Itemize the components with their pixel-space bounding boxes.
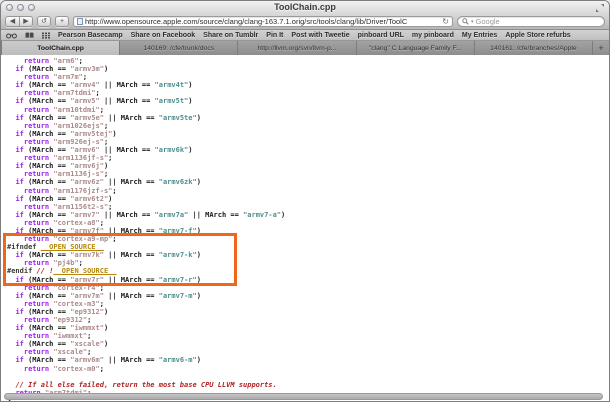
code-line: if (MArch == "armv6t2") [15,194,113,203]
bookmark-item[interactable]: Pin It [266,32,283,39]
code-line: return "arm1136jf-s"; [23,154,113,163]
back-button[interactable]: ◀ [5,16,19,27]
code-line: if (MArch == "armv7" || MArch == "armv7a… [15,210,286,219]
code-line: if (MArch == "armv3m") [15,65,109,74]
bookmark-item[interactable]: pinboard URL [358,32,404,39]
search-field[interactable]: ▾ Google [457,16,605,27]
tab-2[interactable]: http://llvm.org/svn/llvm-p... [238,41,357,55]
reload-icon[interactable]: ↻ [442,17,449,26]
tab-label: 140169: /cfe/trunk/docs [143,44,215,52]
bookmark-item[interactable]: Post with Tweetie [291,32,349,39]
tab-3[interactable]: "clang" C Language Family F... [357,41,475,55]
code-line: return "arm6"; [23,57,83,65]
code-line: return "cortex-m3"; [23,299,104,308]
code-line: return "cortex-m0"; [23,364,104,373]
new-tab-toolbar-button[interactable]: + [55,16,69,27]
search-engine-caret-icon: ▾ [471,18,474,25]
code-line: if (MArch == "armv6z" || MArch == "armv6… [15,178,201,187]
tab-label: http://llvm.org/svn/llvm-p... [257,44,337,52]
code-line: return "arm7tdmi"; [23,89,100,98]
code-line: if (MArch == "armv6j") [15,162,109,171]
code-line: return "ep9312"; [23,316,92,324]
circular-arrow-icon: ↺ [41,18,47,25]
code-line: return "arm1136j-s"; [23,170,109,179]
fullscreen-icon[interactable] [596,4,604,12]
code-line: if (MArch == "armv7m" || MArch == "armv7… [15,291,201,300]
code-line: if (MArch == "ep9312") [15,307,109,316]
code-line: if (MArch == "iwmmxt") [15,324,109,333]
title-bar[interactable]: ToolChain.cpp [1,1,609,14]
code-line: return "xscale"; [23,348,92,357]
tab-label: 140161: /cfe/branches/Apple [490,44,577,52]
zoom-button[interactable] [28,4,35,11]
code-line: return "arm1176jzf-s"; [23,186,117,195]
tab-active[interactable]: ToolChain.cpp [1,41,121,55]
code-line: return "iwmmxt"; [23,332,92,341]
url-text[interactable]: http://www.opensource.apple.com/source/c… [85,17,440,26]
navigation-toolbar: ◀ ▶ ↺ + http://www.opensource.apple.com/… [1,14,609,30]
code-line: // If all else failed, return the most b… [15,380,277,389]
forward-button[interactable]: ▶ [19,16,33,27]
code-line: if (MArch == "xscale") [15,340,109,349]
code-line: return "arm7m"; [23,73,88,82]
code-line: return "arm926ej-s"; [23,137,109,146]
code-line: if (MArch == "armv5" || MArch == "armv5t… [15,97,193,106]
search-icon [462,18,469,25]
back-forward-group: ◀ ▶ [5,16,33,27]
close-button[interactable] [6,4,13,11]
code-line: return "cortex-a8"; [23,218,104,227]
traffic-lights [6,4,35,11]
bookmark-item[interactable]: my pinboard [412,32,454,39]
code-line: return "arm1026ejs"; [23,121,109,130]
highlight-box [3,233,237,286]
new-tab-button[interactable]: + [593,41,609,55]
code-line: if (MArch == "armv5e" || MArch == "armv5… [15,113,201,122]
horizontal-scrollbar[interactable] [4,393,603,400]
bookmark-item[interactable]: My Entries [462,32,497,39]
code-line: return "arm1156t2-s"; [23,202,113,211]
bookmark-item[interactable]: Share on Facebook [131,32,196,39]
top-sites-grid-icon[interactable] [42,32,50,39]
code-line: if (MArch == "armv4" || MArch == "armv4t… [15,81,193,90]
reading-list-glasses-icon[interactable] [6,32,17,39]
bookmark-item[interactable]: Pearson Basecamp [58,32,123,39]
safari-window: ToolChain.cpp ◀ ▶ ↺ + http://www.opensou… [0,0,610,402]
address-bar[interactable]: http://www.opensource.apple.com/source/c… [73,16,453,27]
history-swirl-button[interactable]: ↺ [37,16,51,27]
forward-arrow-icon: ▶ [23,18,29,25]
page-content: return "arm6"; if (MArch == "armv3m") re… [1,55,609,401]
plus-icon: + [59,18,65,25]
bookmarks-bar: Pearson Basecamp Share on Facebook Share o… [1,30,609,41]
bookmarks-book-icon[interactable] [25,32,34,39]
minimize-button[interactable] [17,4,24,11]
search-placeholder: Google [475,17,500,26]
window-title: ToolChain.cpp [274,2,336,12]
bookmark-item[interactable]: Share on Tumblr [203,32,258,39]
code-line: if (MArch == "armv5tej") [15,129,117,138]
tab-label: "clang" C Language Family F... [368,44,462,52]
back-arrow-icon: ◀ [9,18,16,25]
tab-4[interactable]: 140161: /cfe/branches/Apple [475,41,594,55]
code-line: return "arm10tdmi"; [23,105,104,114]
tab-bar: ToolChain.cpp 140169: /cfe/trunk/docs http… [1,41,609,55]
page-favicon-icon [77,18,83,25]
bookmark-item[interactable]: Apple Store refurbs [505,32,570,39]
code-line: if (MArch == "armv6m" || MArch == "armv6… [15,356,201,365]
code-area: return "arm6"; if (MArch == "armv3m") re… [1,55,609,401]
tab-1[interactable]: 140169: /cfe/trunk/docs [120,41,239,55]
code-line: if (MArch == "armv6" || MArch == "armv6k… [15,146,193,155]
tab-label: ToolChain.cpp [37,44,84,52]
